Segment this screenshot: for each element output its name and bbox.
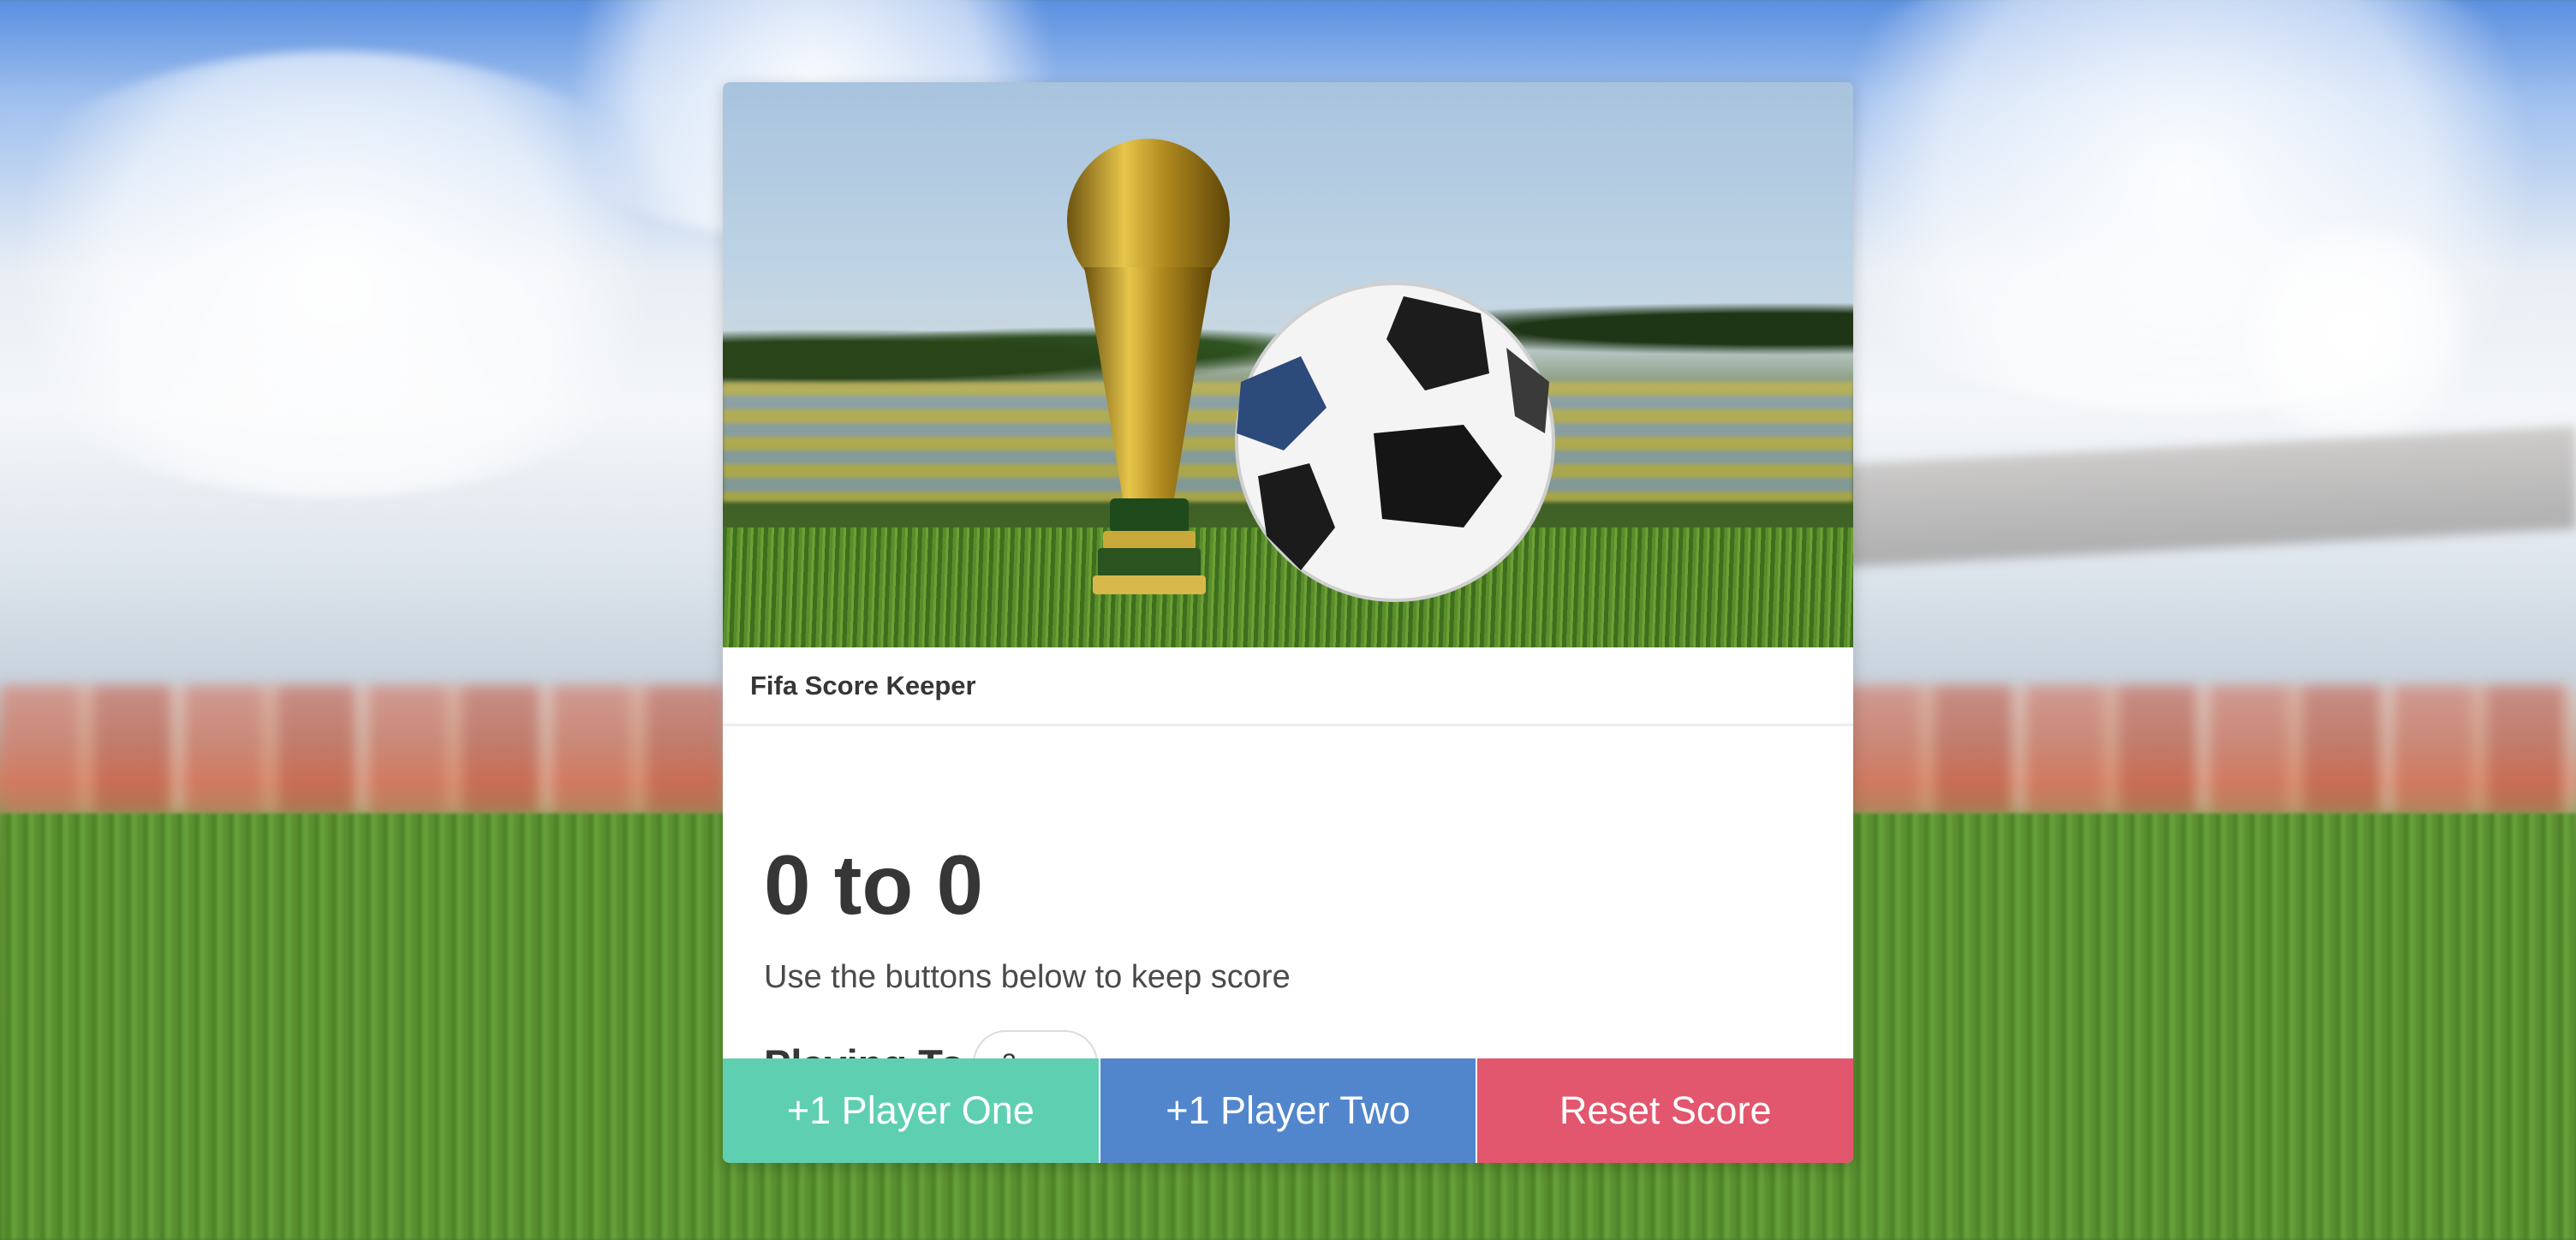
player-two-button[interactable]: +1 Player Two <box>1098 1058 1476 1163</box>
background-stadium-roof <box>1841 426 2576 568</box>
reset-score-button[interactable]: Reset Score <box>1476 1058 1853 1163</box>
score-buttons: +1 Player One +1 Player Two Reset Score <box>723 1058 1853 1163</box>
score-instructions: Use the buttons below to keep score <box>764 959 1291 995</box>
card-title: Fifa Score Keeper <box>750 670 976 700</box>
hero-image <box>723 82 1853 647</box>
soccer-ball-icon <box>1235 282 1555 602</box>
background-cloud <box>2227 223 2484 445</box>
card-header: Fifa Score Keeper <box>723 647 1853 726</box>
player-one-button[interactable]: +1 Player One <box>723 1058 1099 1163</box>
score-keeper-card: Fifa Score Keeper 0 to 0 Use the buttons… <box>723 82 1853 1163</box>
score-display: 0 to 0 <box>764 838 983 932</box>
